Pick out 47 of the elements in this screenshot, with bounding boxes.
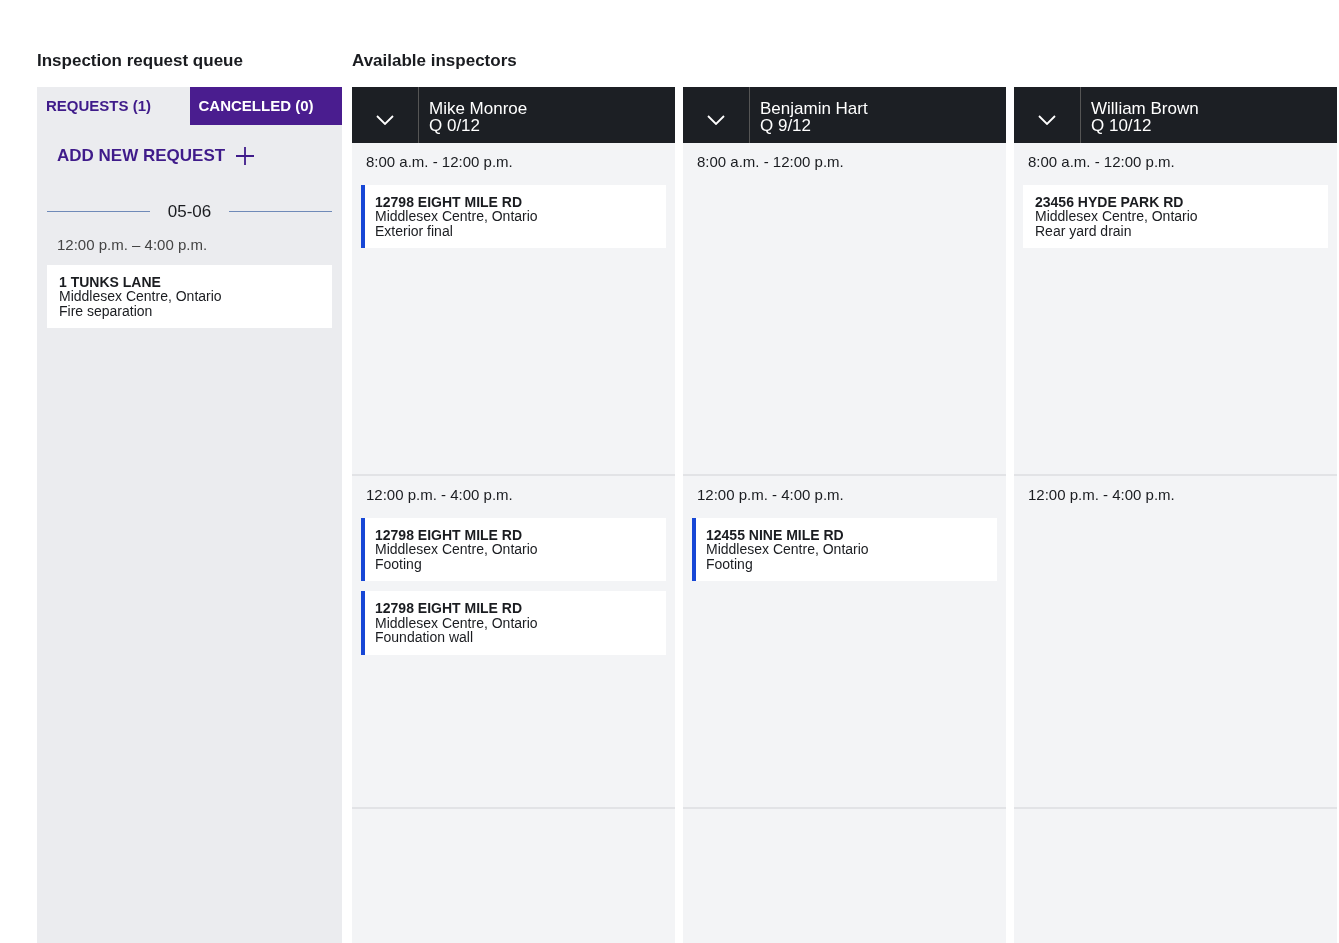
date-label: 05-06 xyxy=(166,200,213,223)
request-card[interactable]: 12455 NINE MILE RD Middlesex Centre, Ontario Footing xyxy=(692,517,997,581)
time-slot-label: 12:00 p.m. - 4:00 p.m. xyxy=(365,485,514,505)
section-title: Inspection request queue xyxy=(37,50,244,70)
request-card[interactable]: 12798 EIGHT MILE RD Middlesex Centre, Ontario Footing xyxy=(361,517,666,581)
city-text: Middlesex Centre, Ontario xyxy=(1035,209,1199,224)
address-text: 12455 NINE MILE RD xyxy=(706,527,845,542)
quota-text: Q 9/12 xyxy=(760,117,812,134)
address-text: 12798 EIGHT MILE RD xyxy=(375,601,524,616)
chevron-down-icon xyxy=(376,115,394,125)
quota-text: Q 0/12 xyxy=(429,117,482,134)
request-card[interactable]: 1 TUNKS LANE Middlesex Centre, Ontario Fire separation xyxy=(47,264,332,328)
tab[interactable]: REQUESTS (1) xyxy=(37,87,190,125)
request-card[interactable]: 23456 HYDE PARK RD Middlesex Centre, Ontario Rear yard drain xyxy=(1023,184,1328,248)
inspection-type-text: Rear yard drain xyxy=(1035,223,1132,238)
time-slot-label: 12:00 p.m. – 4:00 p.m. xyxy=(57,235,209,255)
inspection-type-text: Exterior final xyxy=(375,223,453,238)
inspection-type-text: Foundation wall xyxy=(375,630,474,645)
tab[interactable]: CANCELLED (0) xyxy=(189,87,342,125)
request-card[interactable]: 12798 EIGHT MILE RD Middlesex Centre, Ontario Foundation wall xyxy=(361,591,666,655)
time-slot-label: 8:00 a.m. - 12:00 p.m. xyxy=(365,152,514,172)
request-card[interactable]: 12798 EIGHT MILE RD Middlesex Centre, Ontario Exterior final xyxy=(361,184,666,248)
address-text: 12798 EIGHT MILE RD xyxy=(375,194,524,209)
address-text: 23456 HYDE PARK RD xyxy=(1035,194,1185,209)
city-text: Middlesex Centre, Ontario xyxy=(375,615,539,630)
inspector-name: William Brown xyxy=(1091,100,1199,117)
add-request-button[interactable]: ADD NEW REQUEST xyxy=(57,143,256,169)
chevron-down-icon xyxy=(1038,115,1056,125)
time-slot-label: 12:00 p.m. - 4:00 p.m. xyxy=(1027,485,1176,505)
city-text: Middlesex Centre, Ontario xyxy=(706,542,870,557)
time-slot-label: 12:00 p.m. - 4:00 p.m. xyxy=(696,485,845,505)
city-text: Middlesex Centre, Ontario xyxy=(59,289,223,304)
time-slot-label: 8:00 a.m. - 12:00 p.m. xyxy=(696,152,845,172)
inspector-name: Mike Monroe xyxy=(429,100,528,117)
plus-icon xyxy=(235,145,256,166)
address-text: 12798 EIGHT MILE RD xyxy=(375,527,524,542)
inspection-type-text: Fire separation xyxy=(59,303,153,318)
inspector-name: Benjamin Hart xyxy=(760,100,868,117)
city-text: Middlesex Centre, Ontario xyxy=(375,542,539,557)
section-title: Available inspectors xyxy=(352,50,518,70)
quota-text: Q 10/12 xyxy=(1091,117,1153,134)
inspection-type-text: Footing xyxy=(706,556,754,571)
time-slot-label: 8:00 a.m. - 12:00 p.m. xyxy=(1027,152,1176,172)
city-text: Middlesex Centre, Ontario xyxy=(375,209,539,224)
inspection-type-text: Footing xyxy=(375,556,423,571)
address-text: 1 TUNKS LANE xyxy=(59,274,162,289)
chevron-down-icon xyxy=(707,115,725,125)
